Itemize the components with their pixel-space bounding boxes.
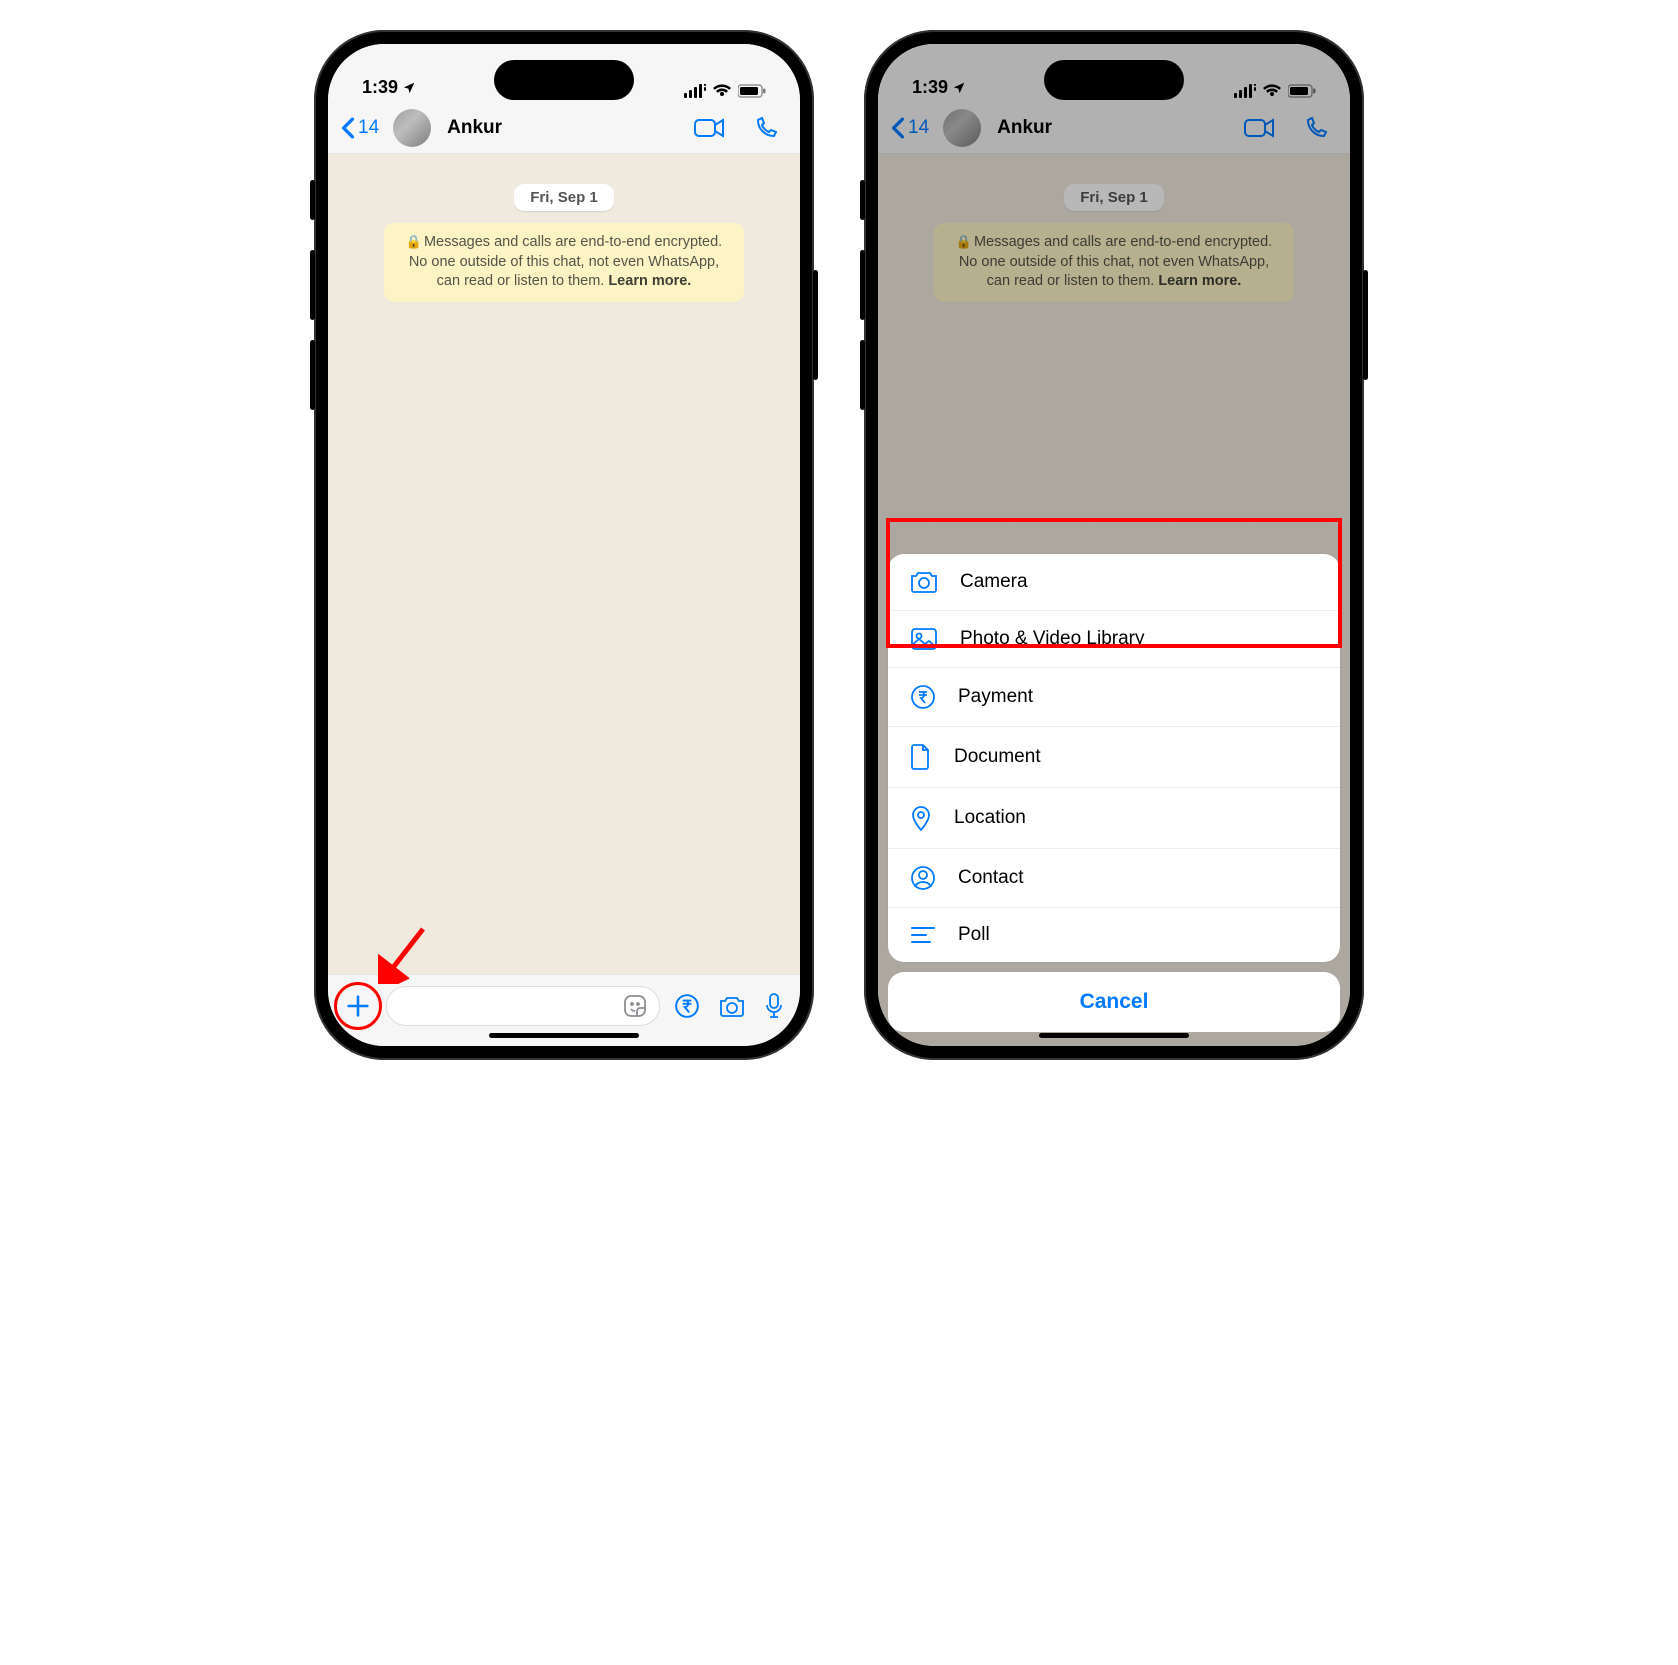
photo-icon xyxy=(910,627,938,651)
camera-icon xyxy=(910,570,938,594)
attach-button[interactable] xyxy=(340,988,376,1024)
annotation-arrow xyxy=(378,924,428,984)
chat-area[interactable]: Fri, Sep 1 🔒Messages and calls are end-t… xyxy=(328,154,800,974)
sheet-item-camera[interactable]: Camera xyxy=(888,554,1340,610)
camera-button[interactable] xyxy=(714,993,750,1019)
sticker-icon xyxy=(623,994,647,1018)
back-button[interactable]: 14 xyxy=(340,117,379,139)
sheet-item-document[interactable]: Document xyxy=(888,726,1340,787)
sheet-item-poll[interactable]: Poll xyxy=(888,907,1340,962)
home-indicator[interactable] xyxy=(1039,1033,1189,1038)
phone-left: 1:39 14 Ankur Fri, S xyxy=(314,30,814,1060)
lock-icon: 🔒 xyxy=(406,234,422,249)
dynamic-island xyxy=(1044,60,1184,100)
video-icon xyxy=(694,117,726,139)
encryption-notice[interactable]: 🔒Messages and calls are end-to-end encry… xyxy=(384,223,744,302)
annotation-circle xyxy=(334,982,382,1030)
rupee-icon xyxy=(910,684,936,710)
sheet-item-location[interactable]: Location xyxy=(888,787,1340,848)
message-input[interactable] xyxy=(386,986,660,1026)
sheet-item-contact[interactable]: Contact xyxy=(888,848,1340,907)
phone-icon xyxy=(754,116,778,140)
home-indicator[interactable] xyxy=(489,1033,639,1038)
wifi-icon xyxy=(712,84,732,98)
battery-icon xyxy=(738,84,766,98)
location-arrow-icon xyxy=(402,81,416,95)
camera-icon xyxy=(718,993,746,1019)
date-pill: Fri, Sep 1 xyxy=(514,184,614,211)
avatar[interactable] xyxy=(393,109,431,147)
document-icon xyxy=(910,743,932,771)
chevron-left-icon xyxy=(340,117,356,139)
location-icon xyxy=(910,804,932,832)
video-call-button[interactable] xyxy=(684,117,736,139)
voice-call-button[interactable] xyxy=(744,116,788,140)
contact-name[interactable]: Ankur xyxy=(447,117,502,139)
cancel-button[interactable]: Cancel xyxy=(888,972,1340,1032)
mic-icon xyxy=(764,992,784,1020)
sheet-item-payment[interactable]: Payment xyxy=(888,667,1340,726)
cellular-icon xyxy=(684,84,706,98)
nav-bar: 14 Ankur xyxy=(328,102,800,154)
rupee-icon xyxy=(674,993,700,1019)
contact-icon xyxy=(910,865,936,891)
status-time: 1:39 xyxy=(362,77,398,98)
dynamic-island xyxy=(494,60,634,100)
attachment-sheet: Camera Photo & Video Library Payment Doc… xyxy=(878,554,1350,1046)
payment-button[interactable] xyxy=(670,993,704,1019)
phone-right: 1:39 14 Ankur Fri, Sep 1 🔒Messages a xyxy=(864,30,1364,1060)
sheet-item-photo-library[interactable]: Photo & Video Library xyxy=(888,610,1340,667)
poll-icon xyxy=(910,924,936,946)
mic-button[interactable] xyxy=(760,992,788,1020)
back-count: 14 xyxy=(358,117,379,139)
